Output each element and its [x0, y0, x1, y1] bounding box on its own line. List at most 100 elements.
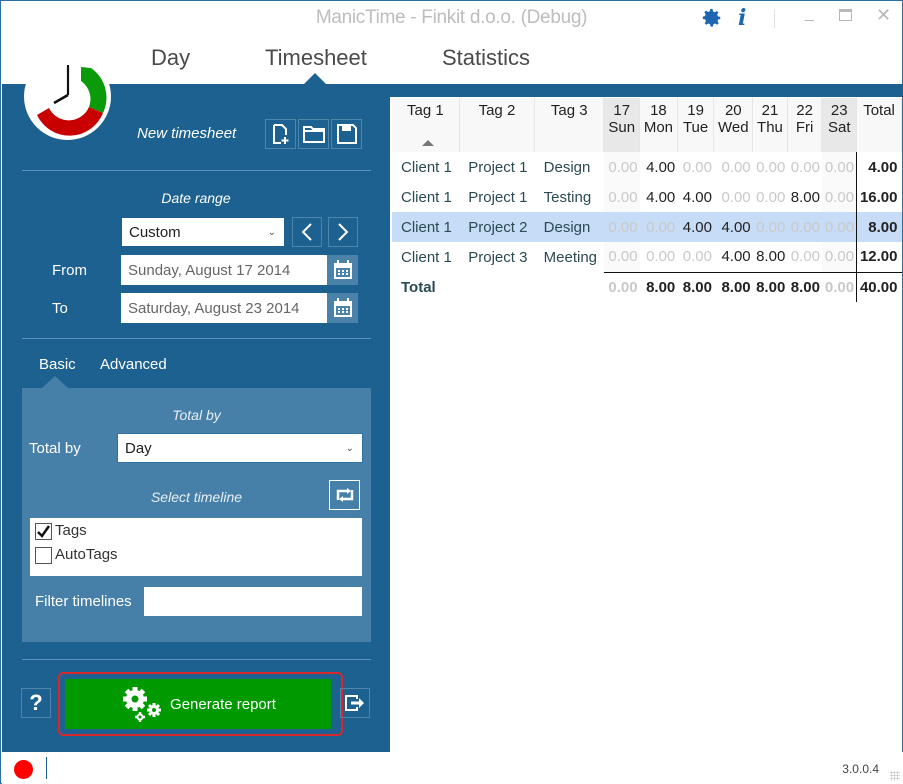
day-total-cell: 8.00 [752, 271, 788, 302]
from-date-input[interactable]: Sunday, August 17 2014 [121, 255, 327, 285]
table-row[interactable]: Client 1 Project 1 Design 0.00 4.00 0.00 0.00 0… [392, 152, 902, 182]
status-bar: 3.0.0.4 [2, 752, 903, 784]
tag-cell: Testing [543, 188, 592, 206]
tag-cell: Project 1 [468, 188, 528, 206]
open-timesheet-button[interactable] [298, 119, 329, 149]
hours-cell: 4.00 [646, 158, 676, 176]
timesheet-name: New timesheet [137, 125, 237, 142]
row-total-cell: 4.00 [856, 152, 902, 182]
hours-cell: 0.00 [752, 212, 788, 242]
hours-cell: 0.00 [721, 188, 751, 206]
tag-cell: Client 1 [401, 248, 452, 266]
column-header-day[interactable]: 17 Sun [603, 98, 641, 152]
filter-timelines-input[interactable] [144, 587, 362, 616]
maximize-button[interactable] [839, 9, 852, 21]
tab-basic[interactable]: Basic [39, 356, 76, 373]
close-button[interactable]: ✕ [876, 5, 891, 26]
window-title: ManicTime - Finkit d.o.o. (Debug) [315, 7, 588, 28]
calendar-icon [333, 298, 352, 317]
resize-grip-icon[interactable] [890, 771, 900, 781]
tag-cell: Client 1 [401, 158, 452, 176]
hours-cell: 0.00 [603, 182, 640, 212]
info-icon[interactable]: i [738, 5, 746, 31]
day-total-cell: 0.00 [821, 271, 857, 302]
new-file-icon [272, 124, 288, 144]
tab-timesheet[interactable]: Timesheet [265, 45, 367, 71]
total-by-heading: Total by [172, 407, 221, 423]
generate-report-button[interactable]: Generate report [65, 679, 331, 729]
checkmark-icon [37, 524, 51, 538]
day-total-cell: 8.00 [713, 271, 753, 302]
hours-cell: 0.00 [603, 242, 640, 272]
hours-cell: 0.00 [682, 248, 712, 266]
day-total-cell: 0.00 [603, 271, 640, 302]
recording-indicator-icon[interactable] [14, 760, 33, 779]
tags-checkbox[interactable] [35, 522, 52, 540]
hours-cell: 0.00 [790, 158, 820, 176]
column-header-day[interactable]: 18 Mon [639, 98, 678, 152]
column-header-day[interactable]: 21 Thu [752, 98, 788, 152]
timeline-item-label: Tags [55, 522, 87, 539]
total-by-select[interactable]: Day ⌄ [117, 433, 363, 463]
minimize-button[interactable]: _ [805, 5, 814, 23]
hours-cell: 4.00 [682, 188, 712, 206]
hours-cell: 0.00 [603, 152, 640, 182]
column-header-day[interactable]: 23 Sat [821, 98, 858, 152]
select-timeline-heading: Select timeline [150, 489, 243, 505]
timeline-item-tags[interactable]: Tags [35, 522, 87, 540]
hours-cell: 4.00 [677, 212, 714, 242]
hours-cell: 0.00 [790, 248, 820, 266]
from-calendar-button[interactable] [327, 255, 358, 285]
column-header-tag1[interactable]: Tag 1 [392, 98, 460, 152]
new-timesheet-button[interactable] [265, 119, 296, 149]
table-row[interactable]: Client 1 Project 2 Design 0.00 0.00 4.00 4.00 0… [392, 212, 902, 242]
chevron-down-icon: ⌄ [267, 226, 276, 238]
column-header-day[interactable]: 20 Wed [713, 98, 754, 152]
generate-report-label: Generate report [170, 695, 276, 713]
gear-icon[interactable] [701, 7, 723, 35]
column-header-day[interactable]: 19 Tue [677, 98, 715, 152]
timeline-item-autotags[interactable]: AutoTags [35, 546, 118, 564]
version-label: 3.0.0.4 [842, 762, 879, 776]
column-header-tag3[interactable]: Tag 3 [534, 98, 605, 152]
autotags-checkbox[interactable] [35, 546, 52, 564]
sort-ascending-icon [422, 140, 434, 146]
tab-day[interactable]: Day [151, 45, 190, 71]
next-range-button[interactable] [328, 217, 358, 247]
total-label: Total [401, 278, 436, 296]
from-label: From [52, 262, 87, 279]
row-total-cell: 8.00 [856, 212, 902, 242]
hours-cell: 0.00 [756, 158, 786, 176]
date-range-preset-select[interactable]: Custom ⌄ [122, 218, 284, 246]
active-subtab-indicator [42, 376, 68, 388]
refresh-timelines-button[interactable] [329, 480, 360, 510]
to-calendar-button[interactable] [327, 293, 358, 323]
export-button[interactable] [340, 688, 370, 718]
save-timesheet-button[interactable] [331, 119, 362, 149]
column-header-day[interactable]: 22 Fri [787, 98, 823, 152]
title-separator [774, 10, 775, 28]
to-date-input[interactable]: Saturday, August 23 2014 [121, 293, 327, 323]
column-header-tag2[interactable]: Tag 2 [459, 98, 536, 152]
hours-cell: 0.00 [646, 248, 676, 266]
app-window: ManicTime - Finkit d.o.o. (Debug) i _ ✕ … [0, 0, 903, 784]
hours-cell: 4.00 [646, 188, 676, 206]
date-range-heading: Date range [161, 190, 231, 206]
hours-cell: 0.00 [603, 212, 640, 242]
divider [22, 338, 371, 339]
hours-cell: 0.00 [821, 152, 857, 182]
tab-advanced[interactable]: Advanced [100, 356, 167, 373]
timeline-item-label: AutoTags [55, 546, 118, 563]
tag-cell: Project 2 [459, 212, 535, 242]
sidebar: New timesheet Date range Custom ⌄ From S… [2, 97, 390, 752]
previous-range-button[interactable] [292, 217, 322, 247]
table-row[interactable]: Client 1 Project 1 Testing 0.00 4.00 4.00 0.00… [392, 182, 902, 212]
tag-cell: Project 3 [468, 248, 528, 266]
column-header-total[interactable]: Total [856, 98, 902, 152]
table-row[interactable]: Client 1 Project 3 Meeting 0.00 0.00 0.00 4.00… [392, 242, 902, 272]
tab-statistics[interactable]: Statistics [442, 45, 530, 71]
tag-cell: Project 1 [468, 158, 528, 176]
timesheet-grid: Tag 1 Tag 2 Tag 3 17 Sun 18 Mon 19 Tue 20 We… [392, 98, 902, 302]
grand-total-cell: 40.00 [856, 271, 902, 302]
help-button[interactable]: ? [21, 688, 51, 718]
